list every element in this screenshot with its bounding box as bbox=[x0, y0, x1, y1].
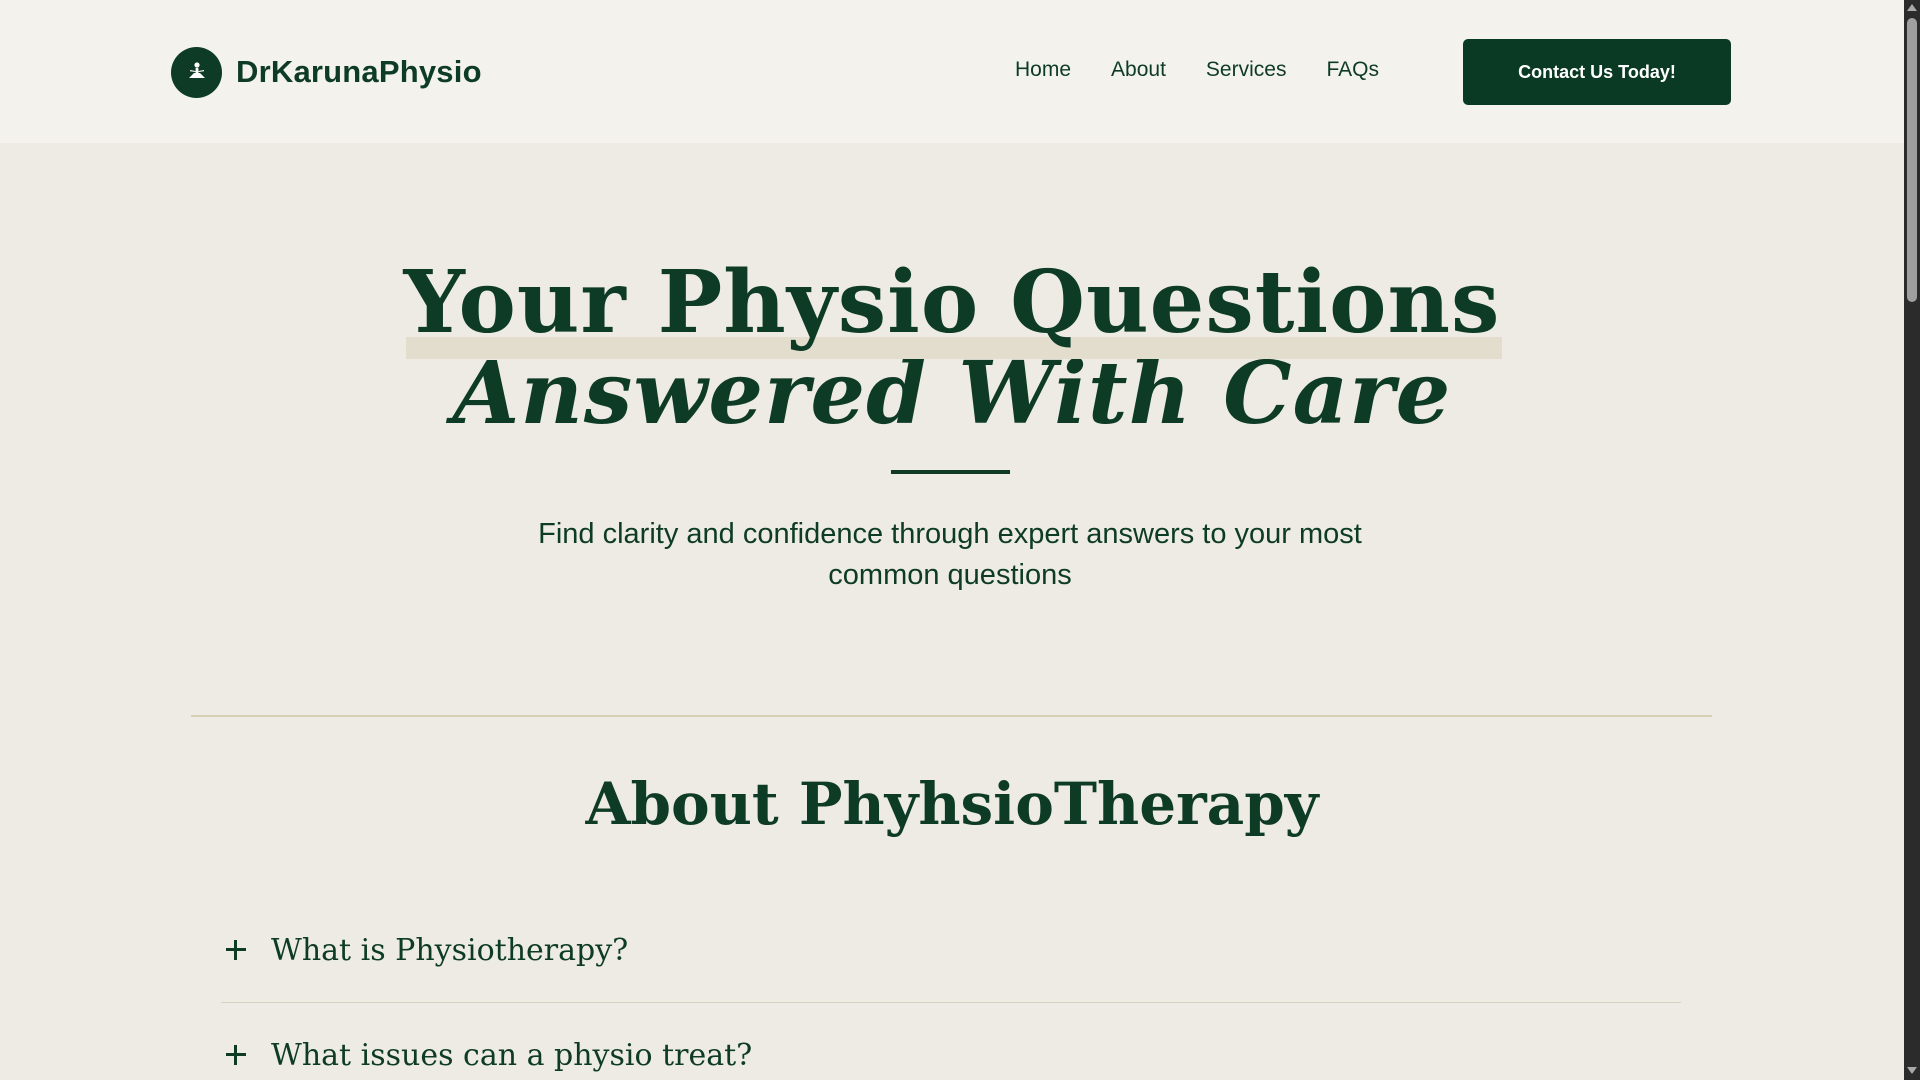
scroll-up-arrow-icon[interactable] bbox=[1907, 4, 1917, 11]
section-divider bbox=[191, 715, 1712, 717]
brand-logo-link[interactable]: DrKarunaPhysio bbox=[171, 46, 482, 98]
scroll-down-arrow-icon[interactable] bbox=[1907, 1067, 1917, 1074]
contact-us-button[interactable]: Contact Us Today! bbox=[1463, 39, 1731, 105]
plus-icon bbox=[221, 936, 249, 964]
page-scrollbar[interactable] bbox=[1904, 0, 1920, 1080]
nav-home[interactable]: Home bbox=[1015, 58, 1071, 82]
main-nav: Home About Services FAQs bbox=[1015, 58, 1419, 82]
nav-faqs[interactable]: FAQs bbox=[1326, 58, 1379, 82]
person-meditation-icon bbox=[171, 46, 222, 98]
nav-services[interactable]: Services bbox=[1206, 58, 1287, 82]
faq-item[interactable]: What is Physiotherapy? bbox=[221, 900, 1681, 1000]
faq-divider bbox=[221, 1002, 1681, 1003]
page: DrKarunaPhysio Home About Services FAQs … bbox=[0, 0, 1904, 1080]
faq-question: What is Physiotherapy? bbox=[271, 932, 629, 968]
hero-divider bbox=[891, 470, 1010, 474]
scrollbar-thumb[interactable] bbox=[1907, 18, 1917, 302]
brand-name: DrKarunaPhysio bbox=[236, 54, 482, 89]
section-title: About PhyhsioTherapy bbox=[585, 770, 1319, 838]
hero-title-line1: Your Physio Questions bbox=[404, 253, 1503, 359]
faq-question: What issues can a physio treat? bbox=[271, 1037, 753, 1073]
hero-title-line2: Answered With Care bbox=[452, 343, 1452, 444]
hero-title: Your Physio Questions Answered With Care bbox=[0, 253, 1904, 441]
hero-subtitle: Find clarity and confidence through expe… bbox=[538, 518, 1362, 591]
plus-icon bbox=[221, 1041, 249, 1069]
site-header: DrKarunaPhysio Home About Services FAQs … bbox=[0, 0, 1904, 143]
faq-item[interactable]: What issues can a physio treat? bbox=[221, 1005, 1681, 1080]
nav-about[interactable]: About bbox=[1111, 58, 1166, 82]
